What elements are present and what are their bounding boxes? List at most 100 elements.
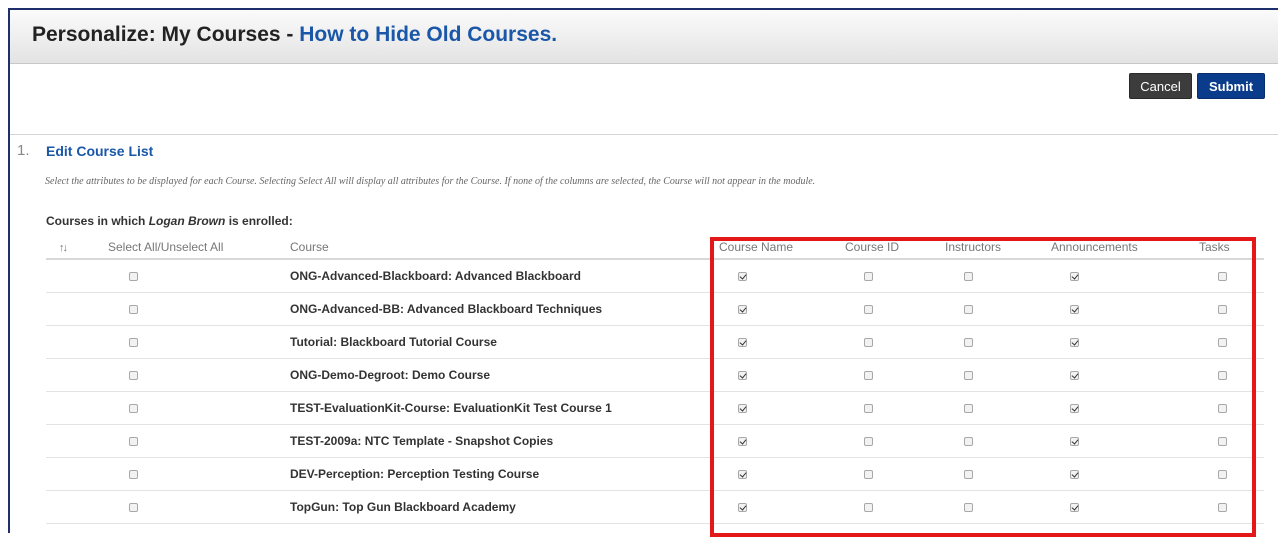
select-all-checkbox[interactable] <box>129 371 138 381</box>
header-instructors: Instructors <box>945 236 1051 260</box>
course-id-cell <box>845 292 945 326</box>
tasks-cell <box>1199 424 1264 458</box>
course-id-checkbox[interactable] <box>864 305 873 315</box>
instructors-checkbox[interactable] <box>964 305 973 315</box>
instructors-checkbox[interactable] <box>964 404 973 414</box>
instructors-checkbox[interactable] <box>964 338 973 348</box>
row-select-all-cell <box>108 358 290 392</box>
tasks-checkbox[interactable] <box>1218 503 1227 513</box>
row-select-all-cell <box>108 490 290 524</box>
tasks-checkbox[interactable] <box>1218 338 1227 348</box>
row-spacer <box>46 457 108 491</box>
course-title: Tutorial: Blackboard Tutorial Course <box>290 325 719 359</box>
select-all-checkbox[interactable] <box>129 272 138 282</box>
tasks-checkbox[interactable] <box>1218 371 1227 381</box>
instructors-cell <box>945 259 1051 293</box>
course-id-checkbox[interactable] <box>864 338 873 348</box>
tasks-checkbox[interactable] <box>1218 470 1227 480</box>
tasks-cell <box>1199 325 1264 359</box>
announcements-cell <box>1051 259 1199 293</box>
header-select-all[interactable]: Select All/Unselect All <box>108 236 290 260</box>
course-title: TEST-2009a: NTC Template - Snapshot Copi… <box>290 424 719 458</box>
announcements-checkbox[interactable] <box>1070 470 1079 480</box>
instructors-cell <box>945 457 1051 491</box>
select-all-checkbox[interactable] <box>129 437 138 447</box>
course-id-checkbox[interactable] <box>864 404 873 414</box>
course-title: DEV-Perception: Perception Testing Cours… <box>290 457 719 491</box>
instructors-checkbox[interactable] <box>964 470 973 480</box>
announcements-cell <box>1051 325 1199 359</box>
select-all-checkbox[interactable] <box>129 305 138 315</box>
course-id-checkbox[interactable] <box>864 437 873 447</box>
row-select-all-cell <box>108 391 290 425</box>
row-spacer <box>46 325 108 359</box>
announcements-cell <box>1051 358 1199 392</box>
announcements-checkbox[interactable] <box>1070 437 1079 447</box>
select-all-checkbox[interactable] <box>129 503 138 513</box>
tasks-cell <box>1199 292 1264 326</box>
row-select-all-cell <box>108 325 290 359</box>
instructors-checkbox[interactable] <box>964 272 973 282</box>
announcements-checkbox[interactable] <box>1070 503 1079 513</box>
course-name-checkbox[interactable] <box>738 305 747 315</box>
announcements-cell <box>1051 292 1199 326</box>
course-id-checkbox[interactable] <box>864 371 873 381</box>
course-title: ONG-Advanced-Blackboard: Advanced Blackb… <box>290 259 719 293</box>
course-id-cell <box>845 457 945 491</box>
tasks-cell <box>1199 391 1264 425</box>
submit-button[interactable]: Submit <box>1197 73 1265 99</box>
course-name-checkbox[interactable] <box>738 272 747 282</box>
announcements-checkbox[interactable] <box>1070 338 1079 348</box>
course-id-cell <box>845 424 945 458</box>
page-title-link[interactable]: How to Hide Old Courses. <box>299 23 557 46</box>
section-title[interactable]: Edit Course List <box>46 143 153 159</box>
table-row: ONG-Advanced-BB: Advanced Blackboard Tec… <box>46 292 1264 326</box>
announcements-checkbox[interactable] <box>1070 272 1079 282</box>
table-row: TEST-2009a: NTC Template - Snapshot Copi… <box>46 424 1264 458</box>
tasks-checkbox[interactable] <box>1218 404 1227 414</box>
instructors-cell <box>945 490 1051 524</box>
course-name-checkbox[interactable] <box>738 338 747 348</box>
cancel-button[interactable]: Cancel <box>1129 73 1192 99</box>
course-table-body: ONG-Advanced-Blackboard: Advanced Blackb… <box>46 259 1264 524</box>
step-number: 1. <box>17 142 30 159</box>
select-all-checkbox[interactable] <box>129 470 138 480</box>
header-course-id: Course ID <box>845 236 945 260</box>
course-id-checkbox[interactable] <box>864 272 873 282</box>
header-course-name: Course Name <box>719 236 845 260</box>
instructors-cell <box>945 325 1051 359</box>
tasks-cell <box>1199 457 1264 491</box>
course-name-checkbox[interactable] <box>738 470 747 480</box>
row-spacer <box>46 424 108 458</box>
course-id-cell <box>845 325 945 359</box>
instructors-checkbox[interactable] <box>964 371 973 381</box>
course-id-checkbox[interactable] <box>864 503 873 513</box>
announcements-checkbox[interactable] <box>1070 371 1079 381</box>
instructors-checkbox[interactable] <box>964 437 973 447</box>
instructors-cell <box>945 424 1051 458</box>
sort-icon[interactable]: ↑↓ <box>46 242 68 254</box>
select-all-checkbox[interactable] <box>129 404 138 414</box>
course-title: TopGun: Top Gun Blackboard Academy <box>290 490 719 524</box>
course-name-checkbox[interactable] <box>738 371 747 381</box>
row-spacer <box>46 490 108 524</box>
course-name-checkbox[interactable] <box>738 503 747 513</box>
course-name-checkbox[interactable] <box>738 404 747 414</box>
tasks-checkbox[interactable] <box>1218 272 1227 282</box>
sort-header[interactable]: ↑↓ <box>46 236 108 260</box>
row-spacer <box>46 358 108 392</box>
instructors-cell <box>945 391 1051 425</box>
row-spacer <box>46 259 108 293</box>
announcements-checkbox[interactable] <box>1070 305 1079 315</box>
course-name-cell <box>719 457 845 491</box>
course-name-checkbox[interactable] <box>738 437 747 447</box>
tasks-checkbox[interactable] <box>1218 437 1227 447</box>
tasks-checkbox[interactable] <box>1218 305 1227 315</box>
course-name-cell <box>719 490 845 524</box>
course-id-checkbox[interactable] <box>864 470 873 480</box>
instructors-checkbox[interactable] <box>964 503 973 513</box>
announcements-cell <box>1051 490 1199 524</box>
select-all-checkbox[interactable] <box>129 338 138 348</box>
announcements-checkbox[interactable] <box>1070 404 1079 414</box>
tasks-cell <box>1199 490 1264 524</box>
